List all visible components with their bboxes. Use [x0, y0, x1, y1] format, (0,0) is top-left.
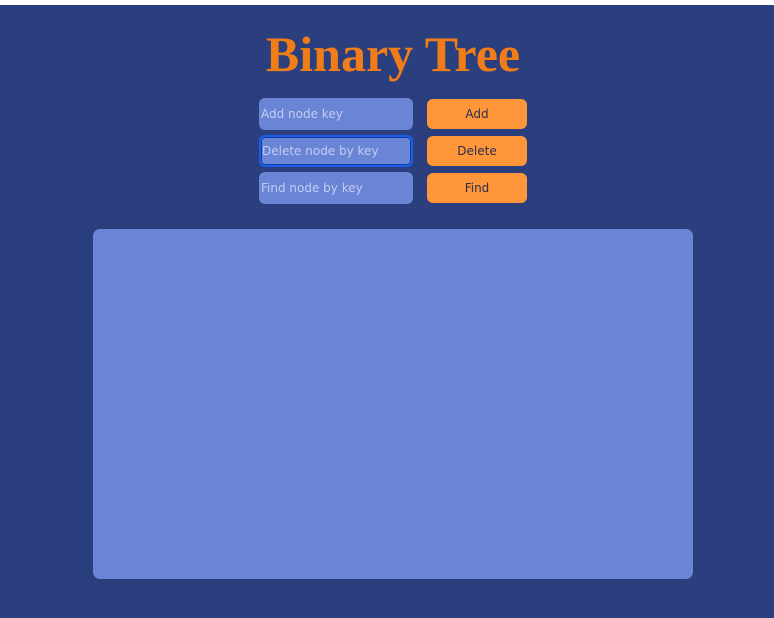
- add-node-input[interactable]: [259, 98, 413, 130]
- find-button[interactable]: Find: [427, 173, 527, 203]
- add-button[interactable]: Add: [427, 99, 527, 129]
- page-title: Binary Tree: [265, 26, 521, 82]
- tree-canvas[interactable]: [93, 229, 693, 579]
- delete-node-input[interactable]: [259, 135, 413, 167]
- delete-button[interactable]: Delete: [427, 136, 527, 166]
- find-node-input[interactable]: [259, 172, 413, 204]
- app-page: Binary Tree Add Delete Find: [0, 5, 774, 618]
